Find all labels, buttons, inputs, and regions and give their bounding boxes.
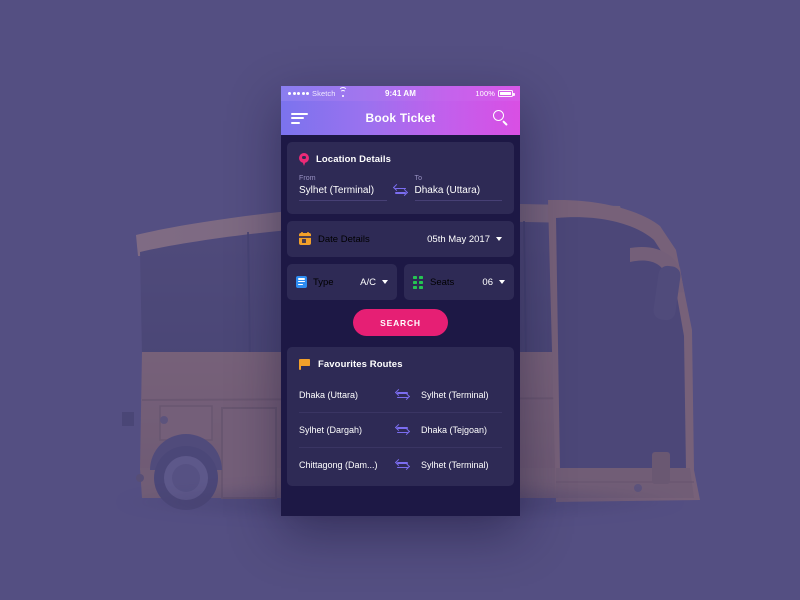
date-row[interactable]: Date Details 05th May 2017 xyxy=(287,221,514,257)
hamburger-menu-icon[interactable] xyxy=(291,112,308,124)
status-bar-time: 9:41 AM xyxy=(384,89,417,98)
to-value[interactable]: Dhaka (Uttara) xyxy=(414,185,502,201)
route-to: Sylhet (Terminal) xyxy=(421,390,489,400)
type-row[interactable]: Type A/C xyxy=(287,264,397,300)
date-details-card[interactable]: Date Details 05th May 2017 xyxy=(287,221,514,257)
date-value: 05th May 2017 xyxy=(427,233,490,245)
seats-value-group[interactable]: 06 xyxy=(482,277,505,288)
favourites-list: Dhaka (Uttara) Sylhet (Terminal) Sylhet … xyxy=(287,370,514,482)
type-value: A/C xyxy=(360,276,376,288)
map-pin-icon xyxy=(299,153,309,166)
type-seats-row: Type A/C Seats 06 xyxy=(287,264,514,300)
navbar: Book Ticket xyxy=(281,101,520,135)
date-details-title: Date Details xyxy=(318,233,370,245)
route-from: Sylhet (Dargah) xyxy=(299,425,363,435)
swap-arrows-icon[interactable] xyxy=(390,184,412,197)
battery-full-icon xyxy=(498,90,515,97)
route-from: Dhaka (Uttara) xyxy=(299,390,359,400)
search-button[interactable]: SEARCH xyxy=(353,309,448,336)
from-to-row: From Sylhet (Terminal) To Dhaka (Uttara) xyxy=(287,166,514,214)
seats-card[interactable]: Seats 06 xyxy=(404,264,514,300)
app-content: Location Details From Sylhet (Terminal) … xyxy=(281,135,520,486)
route-from: Chittagong (Dam...) xyxy=(299,460,378,470)
favourites-routes-card: Favourites Routes Dhaka (Uttara) Sylhet … xyxy=(287,347,514,486)
type-value-group[interactable]: A/C xyxy=(360,277,388,288)
from-label: From xyxy=(299,175,316,182)
scene: Sketch 9:41 AM 100% Book Ticket Location… xyxy=(0,0,800,600)
grid-icon xyxy=(413,276,424,289)
favourites-card-header: Favourites Routes xyxy=(287,347,514,370)
date-value-group[interactable]: 05th May 2017 xyxy=(427,234,502,245)
to-label: To xyxy=(414,175,423,182)
search-button-row: SEARCH xyxy=(287,307,514,347)
seats-title: Seats xyxy=(430,276,455,288)
route-to: Dhaka (Tejgoan) xyxy=(421,425,488,435)
type-title: Type xyxy=(313,276,334,288)
phone-screen: Sketch 9:41 AM 100% Book Ticket Location… xyxy=(281,86,520,516)
list-item[interactable]: Dhaka (Uttara) Sylhet (Terminal) xyxy=(299,378,502,412)
search-icon[interactable] xyxy=(493,109,510,127)
flag-icon xyxy=(299,358,311,370)
chevron-down-icon[interactable] xyxy=(382,280,388,284)
list-item[interactable]: Chittagong (Dam...) Sylhet (Terminal) xyxy=(299,447,502,482)
from-value[interactable]: Sylhet (Terminal) xyxy=(299,185,387,201)
chevron-down-icon[interactable] xyxy=(496,237,502,241)
location-details-card: Location Details From Sylhet (Terminal) … xyxy=(287,142,514,214)
page-title: Book Ticket xyxy=(365,111,436,125)
swap-arrows-icon[interactable] xyxy=(392,388,412,402)
location-details-title: Location Details xyxy=(316,154,391,165)
calendar-icon xyxy=(299,231,311,245)
route-to: Sylhet (Terminal) xyxy=(421,460,489,470)
list-icon xyxy=(296,276,307,288)
type-card[interactable]: Type A/C xyxy=(287,264,397,300)
location-card-header: Location Details xyxy=(287,142,514,166)
seats-value: 06 xyxy=(482,276,493,288)
favourites-routes-title: Favourites Routes xyxy=(318,358,403,370)
swap-arrows-icon[interactable] xyxy=(392,458,412,472)
status-bar: Sketch 9:41 AM 100% xyxy=(281,86,520,101)
swap-arrows-icon[interactable] xyxy=(392,423,412,437)
list-item[interactable]: Sylhet (Dargah) Dhaka (Tejgoan) xyxy=(299,412,502,447)
from-field[interactable]: From Sylhet (Terminal) xyxy=(299,175,387,201)
seats-row[interactable]: Seats 06 xyxy=(404,264,514,300)
chevron-down-icon[interactable] xyxy=(499,280,505,284)
to-field[interactable]: To Dhaka (Uttara) xyxy=(414,175,502,201)
